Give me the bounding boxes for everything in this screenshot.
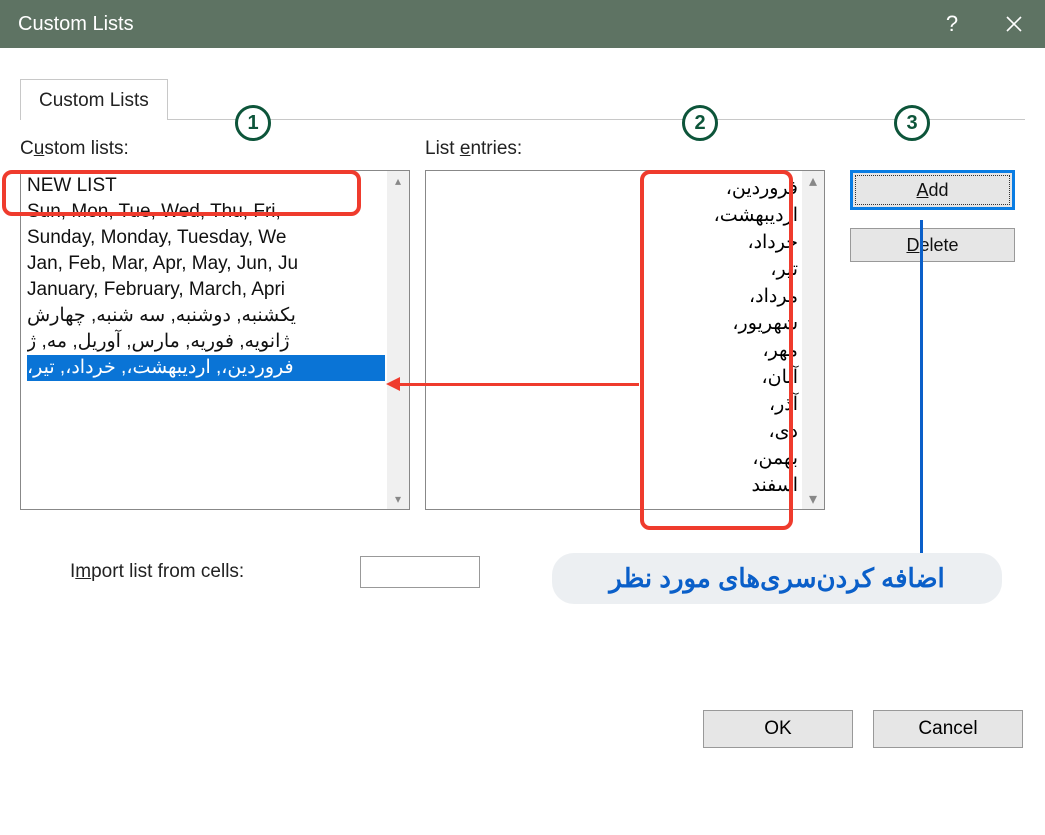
ok-button[interactable]: OK xyxy=(703,710,853,748)
list-entries-content: فروردین، اردیبهشت، خرداد، تیر، مرداد، شه… xyxy=(432,175,798,505)
scroll-down-icon[interactable]: ▾ xyxy=(809,489,817,509)
col-side-buttons: Add Delete xyxy=(850,170,1020,510)
btn-underline: D xyxy=(906,235,919,256)
help-icon: ? xyxy=(946,11,958,37)
annotation-circle-2: 2 xyxy=(682,105,718,141)
scrollbar[interactable]: ▴ ▾ xyxy=(802,171,824,509)
dialog-footer: OK Cancel xyxy=(703,710,1023,748)
list-item[interactable]: NEW LIST xyxy=(27,173,385,199)
lbl-part: port list from cells: xyxy=(91,561,244,582)
lbl-underline: m xyxy=(75,561,91,582)
btn-text: elete xyxy=(919,235,958,256)
annotation-connector-line xyxy=(920,220,923,570)
col-list-entries: فروردین، اردیبهشت، خرداد، تیر، مرداد، شه… xyxy=(425,170,825,510)
annotation-arrow-line xyxy=(399,383,639,386)
window-title: Custom Lists xyxy=(0,13,134,36)
titlebar: Custom Lists ? xyxy=(0,0,1045,48)
annot-num: 3 xyxy=(906,112,917,135)
close-button[interactable] xyxy=(983,0,1045,48)
list-item[interactable]: Sunday, Monday, Tuesday, We xyxy=(27,225,385,251)
scroll-up-icon[interactable]: ▴ xyxy=(395,171,401,191)
btn-text: OK xyxy=(764,718,791,740)
lbl-underline: u xyxy=(34,138,45,159)
help-button[interactable]: ? xyxy=(921,0,983,48)
callout-text: اضافه کردن‌سری‌های مورد نظر xyxy=(609,563,945,593)
lbl-part: ntries: xyxy=(470,138,522,159)
list-item[interactable]: فروردین،, اردیبهشت،, خرداد،, تیر، xyxy=(27,355,385,381)
window-controls: ? xyxy=(921,0,1045,48)
scroll-up-icon[interactable]: ▴ xyxy=(809,171,817,191)
import-range-input[interactable] xyxy=(360,556,480,588)
scrollbar[interactable]: ▴ ▾ xyxy=(387,171,409,509)
annotation-arrow-head-icon xyxy=(386,377,400,391)
list-item[interactable]: January, February, March, Apri xyxy=(27,277,385,303)
btn-text: dd xyxy=(928,180,948,201)
list-item[interactable]: ژانویه, فوریه, مارس, آوریل, مه, ژ xyxy=(27,329,385,355)
add-button[interactable]: Add xyxy=(850,170,1015,210)
annotation-circle-3: 3 xyxy=(894,105,930,141)
tab-border xyxy=(20,119,1025,120)
list-entries-label: List entries: xyxy=(425,138,522,160)
lbl-part: List xyxy=(425,138,460,159)
delete-button[interactable]: Delete xyxy=(850,228,1015,262)
list-item[interactable]: یکشنبه, دوشنبه, سه شنبه, چهارش xyxy=(27,303,385,329)
tab-label: Custom Lists xyxy=(39,90,149,111)
close-icon xyxy=(1006,16,1022,32)
cancel-button[interactable]: Cancel xyxy=(873,710,1023,748)
btn-text: Cancel xyxy=(918,718,977,740)
annotation-circle-1: 1 xyxy=(235,105,271,141)
lbl-underline: e xyxy=(460,138,471,159)
label-row: Cuustom lists:stom lists: List entries: xyxy=(20,138,1025,160)
lbl-part: C xyxy=(20,138,34,159)
lbl-rest: stom lists: xyxy=(44,138,128,159)
annotation-callout: اضافه کردن‌سری‌های مورد نظر xyxy=(552,553,1002,604)
list-entries-textarea[interactable]: فروردین، اردیبهشت، خرداد، تیر، مرداد، شه… xyxy=(425,170,825,510)
import-label: Import list from cells: xyxy=(20,561,360,583)
custom-lists-listbox[interactable]: NEW LISTSun, Mon, Tue, Wed, Thu, Fri,Sun… xyxy=(20,170,410,510)
list-item[interactable]: Jan, Feb, Mar, Apr, May, Jun, Ju xyxy=(27,251,385,277)
dialog-body: Custom Lists Cuustom lists:stom lists: L… xyxy=(0,48,1045,768)
list-item[interactable]: Sun, Mon, Tue, Wed, Thu, Fri, xyxy=(27,199,385,225)
annot-num: 1 xyxy=(247,112,258,135)
custom-lists-label: Cuustom lists:stom lists: xyxy=(20,138,410,160)
scroll-down-icon[interactable]: ▾ xyxy=(395,489,401,509)
btn-underline: A xyxy=(916,180,928,201)
tab-strip: Custom Lists xyxy=(20,78,1025,119)
custom-lists-items: NEW LISTSun, Mon, Tue, Wed, Thu, Fri,Sun… xyxy=(21,171,409,383)
tab-custom-lists[interactable]: Custom Lists xyxy=(20,79,168,120)
main-columns: NEW LISTSun, Mon, Tue, Wed, Thu, Fri,Sun… xyxy=(20,170,1025,510)
annot-num: 2 xyxy=(694,112,705,135)
col-custom-lists: NEW LISTSun, Mon, Tue, Wed, Thu, Fri,Sun… xyxy=(20,170,410,510)
